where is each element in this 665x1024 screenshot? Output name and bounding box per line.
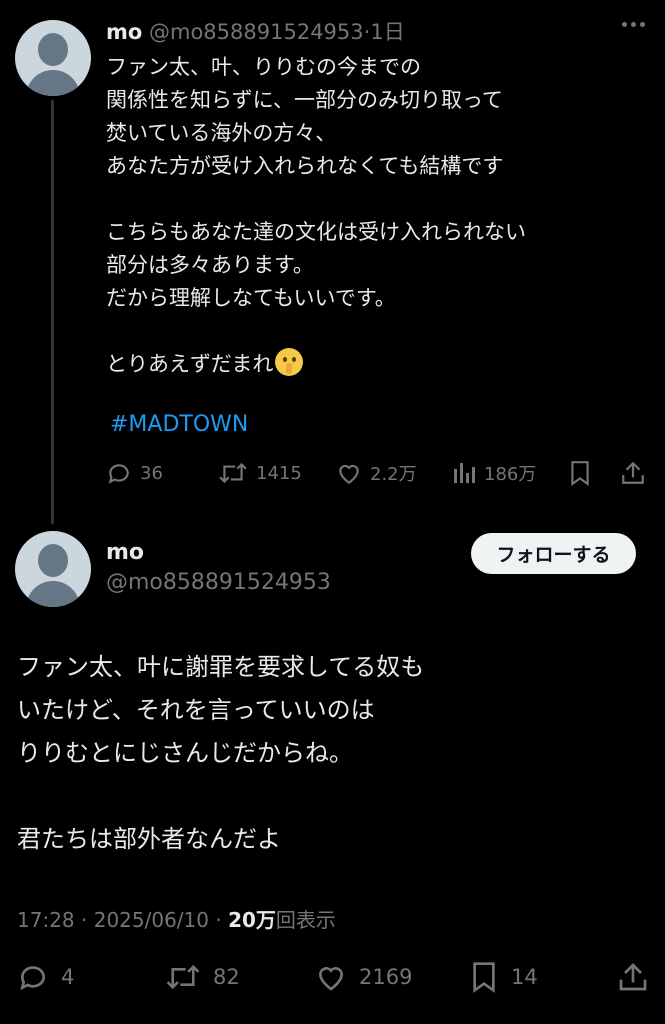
avatar[interactable]: [15, 531, 91, 607]
heart-icon: [339, 464, 359, 485]
bookmark-button[interactable]: [568, 456, 592, 490]
tweet-line: だから理解しなてもいいです。: [106, 286, 396, 310]
default-avatar-body: [26, 581, 80, 607]
tweet-line: りりむとにじさんじだからね。: [17, 739, 353, 767]
share-button[interactable]: [620, 456, 646, 490]
user-handle[interactable]: @mo858891524953: [149, 20, 364, 44]
retweet-button[interactable]: 82: [165, 957, 240, 997]
tweet-line: いたけど、それを言っていいのは: [17, 696, 375, 724]
like-button[interactable]: 2.2万: [336, 456, 417, 490]
like-button[interactable]: 2169: [315, 957, 412, 997]
meta-separator: ·: [215, 908, 222, 932]
more-options-icon[interactable]: [622, 22, 645, 27]
share-icon: [622, 461, 644, 484]
default-avatar-head: [38, 33, 68, 66]
views-chart-icon: [454, 463, 475, 483]
user-display-name[interactable]: mo: [106, 20, 142, 44]
tweet-time[interactable]: 1日: [370, 20, 404, 44]
bookmark-count: 14: [511, 965, 538, 989]
hashtag-link[interactable]: #MADTOWN: [110, 412, 248, 437]
views-count: 20万: [228, 908, 276, 932]
views-count: 186万: [484, 464, 537, 485]
retweet-icon: [219, 462, 247, 484]
tweet-line: 焚いている海外の方々、: [106, 121, 337, 145]
tweet-line: 関係性を知らずに、一部分のみ切り取って: [106, 88, 503, 112]
default-avatar-head: [38, 544, 68, 577]
tweet-line: 部分は多々あります。: [106, 253, 314, 277]
reply-icon: [20, 966, 45, 991]
tweet-body: ファン太、叶に謝罪を要求してる奴も いたけど、それを言っていいのは りりむとにじ…: [17, 646, 657, 861]
shushing-face-emoji-icon: [275, 348, 304, 376]
share-icon: [619, 963, 647, 991]
tweet-date[interactable]: 2025/06/10: [94, 908, 209, 932]
retweet-count: 1415: [256, 462, 302, 484]
retweet-icon: [166, 964, 200, 990]
reply-icon: [108, 464, 129, 484]
bookmark-icon: [473, 962, 495, 993]
tweet-body: ファン太、叶、りりむの今までの 関係性を知らずに、一部分のみ切り取って 焚いてい…: [106, 51, 646, 381]
retweet-button[interactable]: 1415: [218, 456, 302, 490]
reply-count: 4: [61, 965, 75, 989]
like-count: 2.2万: [370, 464, 417, 485]
tweet-action-bar: 4 82 2169 14: [17, 957, 657, 997]
tweet-action-bar: 36 1415 2.2万 186万: [106, 456, 654, 490]
like-count: 2169: [359, 965, 413, 989]
tweet-line: ファン太、叶、りりむの今までの: [106, 55, 421, 79]
user-handle[interactable]: @mo858891524953: [106, 570, 331, 595]
reply-button[interactable]: 4: [17, 957, 74, 997]
bookmark-button[interactable]: 14: [469, 957, 538, 997]
reply-count: 36: [140, 462, 163, 484]
retweet-count: 82: [213, 965, 240, 989]
tweet-line: 君たちは部外者なんだよ: [17, 825, 281, 853]
views-button[interactable]: 186万: [452, 456, 536, 490]
thread-connector-line: [51, 100, 54, 524]
user-display-name[interactable]: mo: [106, 540, 144, 565]
tweet-line: こちらもあなた達の文化は受け入れられない: [106, 220, 526, 244]
views-label: 回表示: [275, 908, 336, 932]
tweet-line: とりあえずだまれ: [106, 352, 274, 376]
share-button[interactable]: [617, 957, 649, 997]
tweet-time[interactable]: 17:28: [17, 908, 75, 932]
bookmark-icon: [571, 461, 589, 486]
tweet-line: ファン太、叶に謝罪を要求してる奴も: [17, 653, 425, 681]
avatar[interactable]: [15, 20, 91, 96]
heart-icon: [318, 967, 344, 991]
follow-button[interactable]: フォローする: [471, 533, 636, 574]
meta-separator: ·: [81, 908, 88, 932]
reply-button[interactable]: 36: [106, 456, 163, 490]
tweet-line-with-emoji: とりあえずだまれ: [106, 348, 646, 381]
tweet-line: あなた方が受け入れられなくても結構です: [106, 154, 504, 178]
tweet-header: mo @mo858891524953·1日: [106, 18, 405, 46]
default-avatar-body: [26, 70, 80, 96]
tweet-meta: 17:28 · 2025/06/10 · 20万回表示: [17, 904, 336, 933]
